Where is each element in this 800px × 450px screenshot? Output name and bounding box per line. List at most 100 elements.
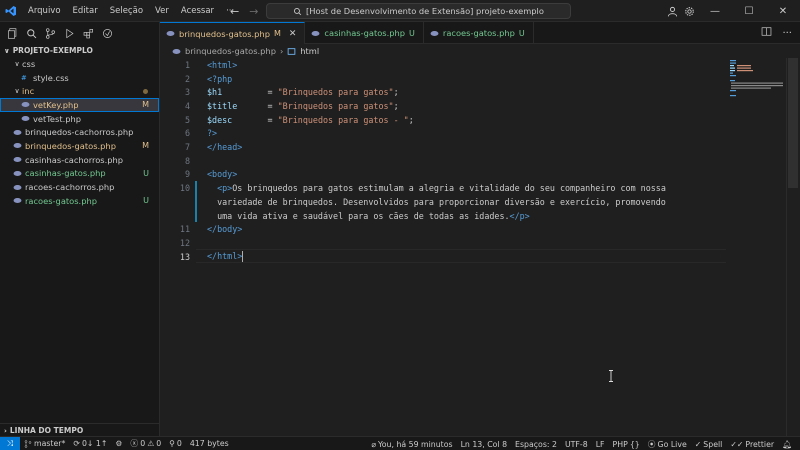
- error-icon: ⓧ: [130, 439, 139, 448]
- prettier-status[interactable]: ✓✓ Prettier: [726, 440, 778, 449]
- back-arrow-icon[interactable]: ←: [230, 5, 239, 18]
- status-bar: ⤨ master* ⟳ 0↓ 1↑ ⚙ ⓧ 0 ⚠ 0 ⚲ 0 417 byte…: [0, 436, 800, 450]
- remote-indicator-icon[interactable]: ⤨: [0, 436, 20, 450]
- code-line[interactable]: variedade de brinquedos. Desenvolvidos p…: [160, 195, 720, 209]
- breadcrumb-symbol[interactable]: html: [300, 46, 319, 56]
- command-center-search[interactable]: [Host de Desenvolvimento de Extensão] pr…: [266, 3, 571, 19]
- editor-tab[interactable]: racoes-gatos.php U: [424, 22, 534, 44]
- editor-tab[interactable]: brinquedos-gatos.php M ✕: [160, 22, 306, 44]
- close-tab-icon[interactable]: ✕: [289, 29, 297, 39]
- code-line[interactable]: uma vida ativa e saudável para os cães d…: [160, 209, 720, 223]
- more-actions-icon[interactable]: ···: [782, 28, 792, 39]
- eol-text: LF: [595, 439, 605, 449]
- split-editor-icon[interactable]: [761, 26, 772, 40]
- encoding[interactable]: UTF-8: [561, 440, 592, 449]
- vertical-scrollbar[interactable]: [786, 58, 800, 436]
- php-file-icon: [20, 100, 30, 110]
- extensions-icon[interactable]: [82, 27, 95, 40]
- text-caret: [242, 251, 244, 263]
- code-line[interactable]: 9 <body>: [160, 168, 720, 182]
- code-token: uma vida ativa e saudável para os cães d…: [207, 210, 510, 221]
- tree-item-label: racoes-gatos.php: [25, 195, 97, 206]
- source-control-icon[interactable]: [44, 27, 57, 40]
- bell-icon: 🔔︎: [782, 439, 792, 449]
- run-debug-icon[interactable]: [63, 27, 76, 40]
- timeline-section[interactable]: › LINHA DO TEMPO: [0, 423, 160, 437]
- menu-item[interactable]: Arquivo: [22, 0, 67, 22]
- search-icon[interactable]: [25, 27, 38, 40]
- code-line[interactable]: 3 $h1 = "Brinquedos para gatos";: [160, 85, 720, 99]
- tree-file[interactable]: vetTest.php: [0, 112, 159, 126]
- problems-status[interactable]: ⓧ 0 ⚠ 0: [126, 438, 165, 449]
- tree-folder[interactable]: ∨ css: [0, 57, 159, 71]
- scrollbar-thumb[interactable]: [788, 58, 798, 188]
- code-line[interactable]: 11 </body>: [160, 222, 720, 236]
- breadcrumb-file[interactable]: brinquedos-gatos.php: [185, 46, 276, 56]
- git-status-badge: U: [143, 168, 149, 178]
- git-status-badge: U: [143, 196, 149, 206]
- code-token: </head>: [207, 142, 243, 153]
- editor-tab[interactable]: casinhas-gatos.php U: [305, 22, 424, 44]
- code-line[interactable]: 13 </html>: [160, 250, 720, 264]
- end-of-line[interactable]: LF: [592, 440, 609, 449]
- tree-folder[interactable]: ∨ inc: [0, 84, 159, 98]
- cursor-position[interactable]: Ln 13, Col 8: [457, 440, 511, 449]
- warning-icon: ⚠: [147, 439, 155, 448]
- chevron-down-icon: ∨: [14, 59, 20, 68]
- language-mode[interactable]: PHP {}: [609, 440, 644, 449]
- publish-status[interactable]: ⚙: [111, 439, 126, 448]
- code-editor[interactable]: 1 <html> 2 <?php 3 $h1 = "Brinquedos para gat…: [160, 58, 800, 436]
- editor-tabs: brinquedos-gatos.php M ✕ casinhas-gatos.php…: [160, 22, 800, 44]
- explorer-root[interactable]: ∨ PROJETO-EXEMPLO: [0, 44, 159, 57]
- code-token: </body>: [207, 224, 243, 235]
- file-tree: ∨ css # style.css ∨ inc vetKey.php MvetTest.php…: [0, 57, 159, 208]
- go-live-button[interactable]: ⦿ Go Live: [644, 439, 691, 450]
- spell-checker[interactable]: ✓ Spell: [691, 440, 727, 449]
- code-line[interactable]: 1 <html>: [160, 58, 720, 72]
- git-modified-gutter: [195, 181, 197, 223]
- menu-item[interactable]: Acessar: [175, 0, 220, 22]
- indentation[interactable]: Espaços: 2: [511, 440, 561, 449]
- sync-status[interactable]: ⟳ 0↓ 1↑: [69, 439, 111, 448]
- symbol-icon: [288, 47, 296, 55]
- code-line[interactable]: 10 <p>Os brinquedos para gatos estimulam…: [160, 181, 720, 195]
- tree-file[interactable]: brinquedos-cachorros.php: [0, 125, 159, 139]
- code-text: </head>: [207, 142, 242, 152]
- forward-arrow-icon[interactable]: →: [249, 5, 258, 18]
- menu-item[interactable]: Ver: [149, 0, 175, 22]
- code-line[interactable]: 12: [160, 236, 720, 250]
- minimap[interactable]: [728, 58, 786, 436]
- tree-file[interactable]: racoes-gatos.php U: [0, 194, 159, 208]
- code-line[interactable]: 2 <?php: [160, 72, 720, 86]
- tree-file[interactable]: casinhas-cachorros.php: [0, 153, 159, 167]
- code-line[interactable]: 4 $title = "Brinquedos para gatos";: [160, 99, 720, 113]
- account-icon[interactable]: [664, 6, 681, 17]
- files-icon[interactable]: [6, 27, 19, 40]
- code-line[interactable]: 7 </head>: [160, 140, 720, 154]
- code-line[interactable]: 8: [160, 154, 720, 168]
- code-text: $desc = "Brinquedos para gatos - ";: [207, 115, 414, 125]
- gear-icon[interactable]: [681, 6, 698, 17]
- branch-status[interactable]: master*: [20, 439, 69, 448]
- code-line[interactable]: 6 ?>: [160, 127, 720, 141]
- maximize-button[interactable]: ☐: [732, 0, 766, 22]
- close-window-button[interactable]: ✕: [766, 0, 800, 22]
- tree-item-label: brinquedos-cachorros.php: [25, 127, 134, 138]
- code-text: <p>Os brinquedos para gatos estimulam a …: [207, 183, 666, 193]
- remote-explorer-icon[interactable]: [101, 27, 114, 40]
- code-token: <p>: [217, 183, 233, 194]
- ports-status[interactable]: ⚲ 0: [165, 439, 186, 448]
- tree-file[interactable]: # style.css: [0, 71, 159, 85]
- code-line[interactable]: 5 $desc = "Brinquedos para gatos - ";: [160, 113, 720, 127]
- tree-file[interactable]: racoes-cachorros.php: [0, 180, 159, 194]
- menu-item[interactable]: Seleção: [104, 0, 149, 22]
- menu-item[interactable]: Editar: [67, 0, 104, 22]
- minimize-button[interactable]: —: [698, 0, 732, 22]
- php-file-icon: [12, 182, 22, 192]
- tree-file[interactable]: vetKey.php M: [0, 98, 159, 112]
- git-blame[interactable]: ⌀ You, há 59 minutos: [367, 440, 456, 449]
- tree-file[interactable]: brinquedos-gatos.php M: [0, 139, 159, 153]
- position-text: Ln 13, Col 8: [460, 439, 508, 449]
- notifications-button[interactable]: 🔔︎: [778, 440, 796, 449]
- tree-file[interactable]: casinhas-gatos.php U: [0, 167, 159, 181]
